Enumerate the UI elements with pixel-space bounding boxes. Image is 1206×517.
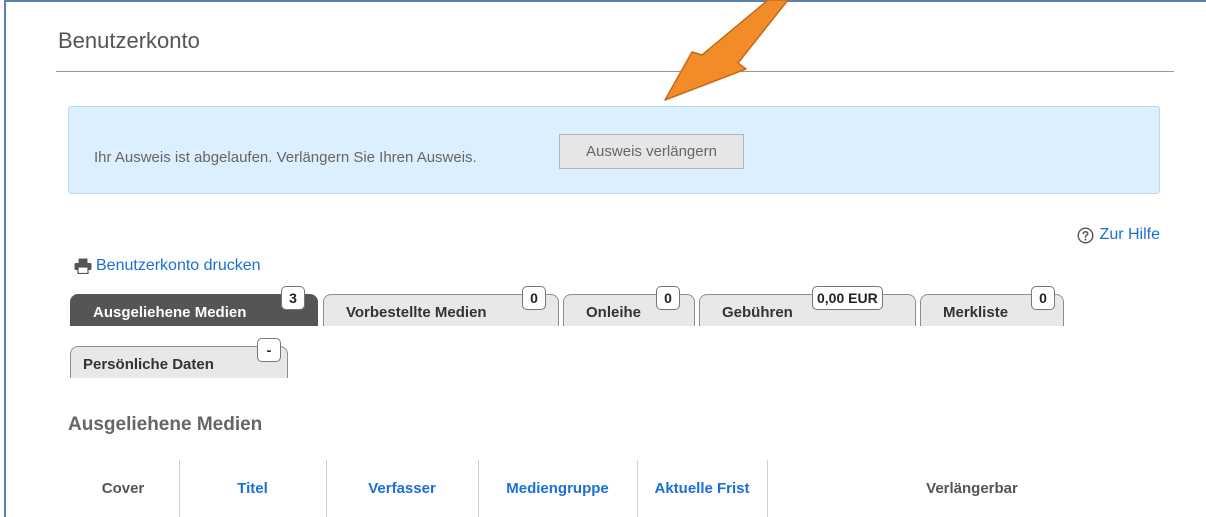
column-header-verfasser[interactable]: Verfasser xyxy=(327,460,477,517)
column-header-cover: Cover xyxy=(101,480,145,497)
renew-card-button[interactable]: Ausweis verlängern xyxy=(559,134,744,169)
tab-count-badge: 0 xyxy=(1031,286,1055,310)
tab-merkliste[interactable]: Merkliste 0 xyxy=(920,286,1064,326)
tab-label: Persönliche Daten xyxy=(83,356,214,373)
tab-count-badge: 0,00 EUR xyxy=(812,286,883,310)
column-header-mediengruppe[interactable]: Mediengruppe xyxy=(479,460,636,517)
tab-label: Gebühren xyxy=(722,304,793,321)
help-link[interactable]: Zur Hilfe xyxy=(1077,226,1160,244)
window-border-top xyxy=(4,0,1206,2)
expired-card-alert: Ihr Ausweis ist abgelaufen. Verlängern S… xyxy=(68,106,1160,194)
tab-ausgeliehene-medien[interactable]: Ausgeliehene Medien 3 xyxy=(70,286,318,326)
column-header-aktuelle-frist[interactable]: Aktuelle Frist xyxy=(638,460,766,517)
title-divider xyxy=(56,71,1174,72)
column-header-titel[interactable]: Titel xyxy=(180,460,325,517)
tab-count-badge: 0 xyxy=(522,286,546,310)
tab-label: Onleihe xyxy=(586,304,642,321)
window-border-left xyxy=(4,0,6,517)
page-title: Benutzerkonto xyxy=(58,28,200,53)
tab-count-badge: 3 xyxy=(281,286,305,310)
tab-gebuehren[interactable]: Gebühren 0,00 EUR xyxy=(699,286,916,326)
question-circle-icon xyxy=(1077,226,1094,244)
tab-count-badge: - xyxy=(257,338,281,362)
tab-label: Merkliste xyxy=(943,304,1009,321)
tab-vorbestellte-medien[interactable]: Vorbestellte Medien 0 xyxy=(323,286,559,326)
print-account-link[interactable]: Benutzerkonto drucken xyxy=(74,257,261,275)
section-heading: Ausgeliehene Medien xyxy=(68,414,263,435)
help-link-label: Zur Hilfe xyxy=(1099,226,1160,243)
tab-onleihe[interactable]: Onleihe 0 xyxy=(563,286,695,326)
tab-label: Vorbestellte Medien xyxy=(346,304,487,321)
tab-label: Ausgeliehene Medien xyxy=(93,304,247,321)
alert-message: Ihr Ausweis ist abgelaufen. Verlängern S… xyxy=(94,149,477,166)
annotation-arrow-shape xyxy=(664,0,789,101)
printer-icon xyxy=(74,258,92,274)
tab-persoenliche-daten[interactable]: Persönliche Daten - xyxy=(70,338,288,378)
print-link-label: Benutzerkonto drucken xyxy=(96,257,261,274)
tab-count-badge: 0 xyxy=(656,286,680,310)
column-header-verlaengerbar: Verlängerbar xyxy=(926,480,1018,497)
